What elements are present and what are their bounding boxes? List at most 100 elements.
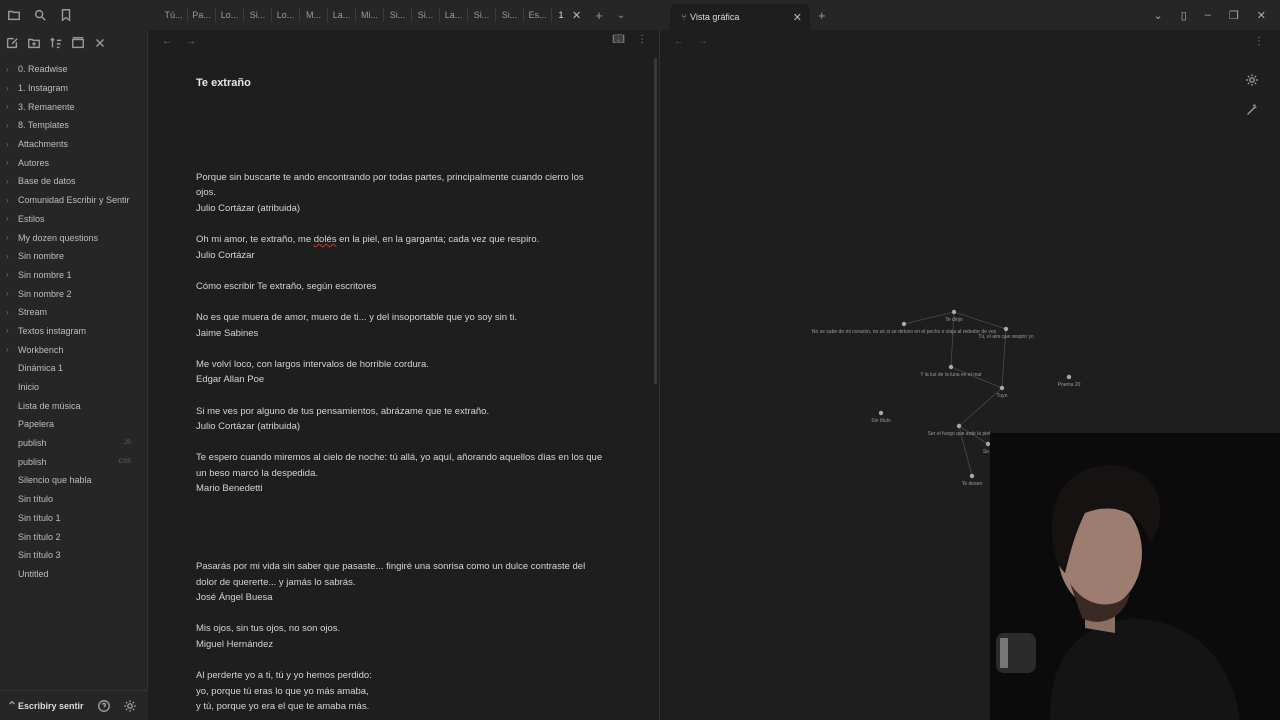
file-item[interactable]: Dinámica 1 [0, 359, 147, 378]
graph-node[interactable] [969, 473, 975, 479]
more-options-icon[interactable]: ⋮ [637, 34, 647, 45]
graph-node[interactable] [948, 364, 954, 370]
editor-tab[interactable]: Si... [244, 8, 272, 22]
folder-item[interactable]: › 0. Readwise [0, 60, 147, 79]
graph-node[interactable] [951, 309, 957, 315]
back-arrow-icon[interactable]: ← [162, 36, 172, 47]
sort-icon[interactable] [46, 33, 66, 53]
graph-node-label: Ser el fuego que arde la piel [928, 431, 991, 437]
new-tab-icon[interactable]: + [595, 8, 603, 23]
tree-item-label: Sin nombre 1 [18, 269, 72, 280]
graph-node[interactable] [901, 321, 907, 327]
folder-item[interactable]: › 3. Remanente [0, 97, 147, 116]
editor-tab[interactable]: M... [300, 8, 328, 22]
folder-item[interactable]: › My dozen questions [0, 228, 147, 247]
quote-text: Si me ves por alguno de tus pensamientos… [196, 405, 490, 417]
folder-item[interactable]: › Stream [0, 303, 147, 322]
file-item[interactable]: Sin título 1 [0, 509, 147, 528]
spellcheck-word[interactable]: dolés [314, 234, 337, 245]
graph-node-label: Tuyo [997, 393, 1008, 399]
graph-node[interactable] [878, 410, 884, 416]
close-tab-icon[interactable]: ✕ [572, 9, 581, 22]
editor-tab[interactable]: Si... [384, 8, 412, 22]
tree-item-label: Sin nombre [18, 251, 65, 262]
search-icon[interactable] [30, 5, 50, 25]
editor-tab[interactable]: La... [440, 8, 468, 22]
close-tab-icon[interactable]: ✕ [793, 11, 802, 24]
note-content[interactable]: Te extraño Porque sin buscarte te ando e… [196, 76, 606, 715]
file-item[interactable]: Sin título 2 [0, 527, 147, 546]
editor-tab[interactable]: Tú... [160, 8, 188, 22]
folder-item[interactable]: › 8. Templates [0, 116, 147, 135]
quote-block: Oh mi amor, te extraño, me dolés en la p… [196, 232, 606, 263]
scrollbar[interactable] [654, 58, 657, 384]
editor-tab[interactable]: 1 [552, 8, 570, 22]
editor-tab[interactable]: Si... [468, 8, 496, 22]
maximize-icon[interactable]: ❐ [1229, 9, 1239, 22]
reading-view-icon[interactable]: 📖︎ [612, 34, 625, 45]
folder-item[interactable]: › Attachments [0, 135, 147, 154]
editor-tab[interactable]: Lo... [216, 8, 244, 22]
settings-icon[interactable] [120, 696, 140, 716]
tab-graph-view[interactable]: ⑂ Vista gráfica ✕ [670, 4, 810, 30]
editor-tab[interactable]: Si... [412, 8, 440, 22]
file-item[interactable]: publish CSS [0, 452, 147, 471]
minimize-icon[interactable]: – [1205, 9, 1211, 21]
file-item[interactable]: publish JS [0, 434, 147, 453]
close-window-icon[interactable]: ✕ [1257, 9, 1266, 22]
vault-switcher[interactable]: ⌃ Escribiry sentir [0, 690, 148, 720]
tree-item-label: Stream [18, 307, 48, 318]
tree-item-label: My dozen questions [18, 232, 99, 243]
folder-icon[interactable] [4, 5, 24, 25]
folder-item[interactable]: › Sin nombre 1 [0, 266, 147, 285]
bookmark-icon[interactable] [56, 5, 76, 25]
tree-item-label: Sin título 2 [18, 531, 61, 542]
quote-author: Julio Cortázar (atribuida) [196, 202, 301, 214]
file-item[interactable]: Papelera [0, 415, 147, 434]
graph-node[interactable] [999, 385, 1005, 391]
tree-item-label: Comunidad Escribir y Sentir [18, 195, 130, 206]
new-folder-icon[interactable] [24, 33, 44, 53]
quote-text: Al perderte yo a ti, tú y yo hemos perdi… [196, 670, 372, 682]
folder-item[interactable]: › Sin nombre [0, 247, 147, 266]
tab-list-icon[interactable]: ⌄ [617, 10, 625, 21]
folder-item[interactable]: › Sin nombre 2 [0, 284, 147, 303]
folder-item[interactable]: › Base de datos [0, 172, 147, 191]
editor-tab[interactable]: Lo... [272, 8, 300, 22]
graph-node-label: Te dirijo [945, 317, 962, 323]
folder-item[interactable]: › Workbench [0, 340, 147, 359]
forward-arrow-icon[interactable]: → [186, 36, 196, 47]
file-item[interactable]: Silencio que habla [0, 471, 147, 490]
sidebar-toggle-icon[interactable]: ▯ [1181, 9, 1187, 22]
new-tab-icon[interactable]: + [818, 8, 826, 23]
graph-node[interactable] [1066, 374, 1072, 380]
folder-item[interactable]: › Comunidad Escribir y Sentir [0, 191, 147, 210]
help-icon[interactable] [94, 696, 114, 716]
tree-item-label: 8. Templates [18, 120, 69, 131]
new-note-icon[interactable] [2, 33, 22, 53]
chevron-down-icon[interactable]: ⌄ [1154, 9, 1163, 22]
folder-item[interactable]: › Autores [0, 153, 147, 172]
folder-item[interactable]: › 1. Instagram [0, 79, 147, 98]
graph-node[interactable] [1003, 326, 1009, 332]
quote-block: Me volví loco, con largos intervalos de … [196, 357, 606, 388]
file-item[interactable]: Sin título 3 [0, 546, 147, 565]
editor-tab[interactable]: Es... [524, 8, 552, 22]
close-icon[interactable] [90, 33, 110, 53]
folder-item[interactable]: › Estilos [0, 210, 147, 229]
folder-item[interactable]: › Textos instagram [0, 322, 147, 341]
graph-node-label: Poema 20 [1058, 382, 1081, 388]
file-extension-badge: CSS [118, 458, 131, 465]
file-item[interactable]: Inicio [0, 378, 147, 397]
file-item[interactable]: Lista de música [0, 396, 147, 415]
editor-tab[interactable]: Si... [496, 8, 524, 22]
editor-tab[interactable]: La... [328, 8, 356, 22]
chevron-right-icon: › [6, 102, 9, 112]
collapse-icon[interactable] [68, 33, 88, 53]
file-item[interactable]: Sin título [0, 490, 147, 509]
tree-item-label: publish [18, 456, 47, 467]
file-item[interactable]: Untitled [0, 565, 147, 584]
editor-tab[interactable]: Mi... [356, 8, 384, 22]
editor-tab[interactable]: Pa... [188, 8, 216, 22]
graph-node[interactable] [956, 423, 962, 429]
